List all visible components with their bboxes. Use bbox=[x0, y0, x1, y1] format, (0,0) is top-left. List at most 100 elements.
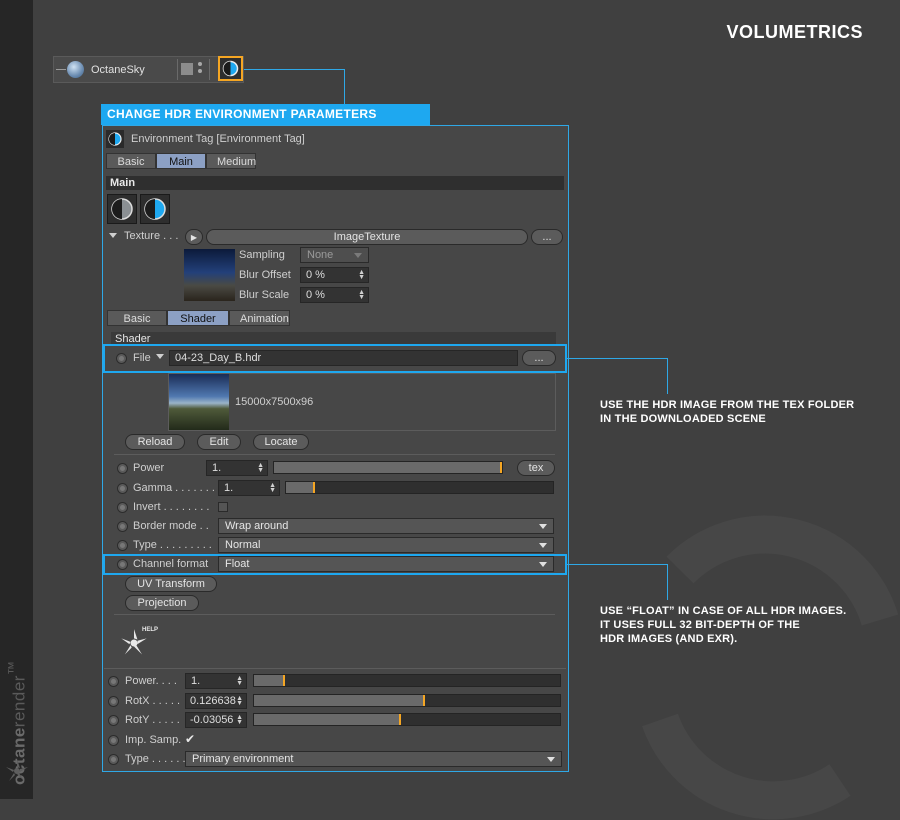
channel-format-dropdown[interactable]: Float bbox=[218, 556, 554, 572]
env-type-label: Type . . . . . . bbox=[125, 753, 186, 765]
brand-trademark: ™ bbox=[6, 660, 22, 676]
texture-label: Texture . . . bbox=[124, 230, 179, 242]
type-dropdown[interactable]: Normal bbox=[218, 537, 554, 553]
imp-samp-radio[interactable] bbox=[108, 735, 119, 746]
blur-scale-field[interactable]: 0 % ▲ ▼ bbox=[300, 287, 369, 303]
invert-radio[interactable] bbox=[117, 502, 128, 513]
layer-icon[interactable] bbox=[181, 63, 193, 75]
blur-offset-label: Blur Offset bbox=[239, 269, 291, 281]
spinner-icon[interactable]: ▲ ▼ bbox=[236, 695, 243, 707]
spinner-icon[interactable]: ▲ ▼ bbox=[358, 289, 365, 301]
slider-handle[interactable] bbox=[500, 462, 502, 473]
slider-handle[interactable] bbox=[313, 482, 316, 493]
gamma-value: 1. bbox=[224, 482, 234, 494]
callout-connector bbox=[567, 564, 668, 565]
texture-value-button[interactable]: ImageTexture bbox=[206, 229, 528, 245]
tag-mode-icon[interactable] bbox=[107, 194, 137, 224]
tab-medium[interactable]: Medium bbox=[206, 153, 256, 169]
env-type-dropdown[interactable]: Primary environment bbox=[185, 751, 562, 767]
tag-mode-active-icon[interactable] bbox=[140, 194, 170, 224]
env-power-radio[interactable] bbox=[108, 676, 119, 687]
chevron-down-icon bbox=[539, 562, 547, 567]
gamma-radio[interactable] bbox=[117, 483, 128, 494]
divider bbox=[114, 454, 555, 455]
object-name[interactable]: OctaneSky bbox=[91, 64, 145, 76]
tab-basic[interactable]: Basic bbox=[106, 153, 156, 169]
sampling-dropdown[interactable]: None bbox=[300, 247, 369, 263]
channel-format-value: Float bbox=[225, 558, 250, 570]
visibility-dots-icon[interactable] bbox=[198, 62, 202, 76]
locate-button[interactable]: Locate bbox=[253, 434, 309, 450]
callout-connector bbox=[344, 69, 345, 105]
texture-play-button[interactable]: ▶ bbox=[185, 229, 203, 245]
rotx-value: 0.126638 bbox=[190, 695, 236, 707]
gamma-field[interactable]: 1. ▲ ▼ bbox=[218, 480, 280, 496]
tab-shader[interactable]: Shader bbox=[167, 310, 229, 326]
channel-format-label: Channel format bbox=[133, 558, 209, 570]
border-mode-label: Border mode . . bbox=[133, 520, 209, 532]
spinner-icon[interactable]: ▲ ▼ bbox=[257, 462, 264, 474]
power-radio[interactable] bbox=[117, 463, 128, 474]
tab-main[interactable]: Main bbox=[156, 153, 206, 169]
edit-button[interactable]: Edit bbox=[197, 434, 241, 450]
shader-tabs: Basic Shader Animation bbox=[107, 310, 290, 326]
slider-handle[interactable] bbox=[282, 675, 285, 686]
collapse-arrow-icon[interactable] bbox=[109, 233, 117, 238]
sampling-value: None bbox=[307, 249, 334, 261]
env-power-value: 1. bbox=[191, 675, 201, 687]
roty-slider[interactable] bbox=[253, 713, 561, 726]
type-label: Type . . . . . . . . . bbox=[133, 539, 212, 551]
border-mode-radio[interactable] bbox=[117, 521, 128, 532]
roty-value: -0.03056 bbox=[190, 714, 234, 726]
brand-name-light: render bbox=[9, 675, 29, 728]
background-watermark-icon bbox=[642, 515, 899, 820]
reload-button[interactable]: Reload bbox=[125, 434, 185, 450]
texture-more-button[interactable]: ... bbox=[531, 229, 563, 245]
env-type-value: Primary environment bbox=[192, 753, 294, 765]
rotx-radio[interactable] bbox=[108, 696, 119, 707]
environment-tag-icon bbox=[106, 130, 124, 148]
tex-button[interactable]: tex bbox=[517, 460, 555, 476]
rotx-field[interactable]: 0.126638 ▲ ▼ bbox=[185, 693, 247, 709]
blur-offset-field[interactable]: 0 % ▲ ▼ bbox=[300, 267, 369, 283]
file-menu-arrow-icon[interactable] bbox=[156, 354, 164, 359]
slider-handle[interactable] bbox=[398, 714, 401, 725]
environment-tag-icon[interactable] bbox=[218, 56, 243, 81]
tab-animation[interactable]: Animation bbox=[229, 310, 290, 326]
channel-format-radio[interactable] bbox=[117, 559, 128, 570]
invert-checkbox[interactable] bbox=[218, 502, 228, 512]
gamma-slider[interactable] bbox=[285, 481, 554, 494]
type-value: Normal bbox=[225, 539, 261, 551]
projection-button[interactable]: Projection bbox=[125, 595, 199, 611]
hdr-preview-image bbox=[169, 374, 229, 430]
file-path-field[interactable]: 04-23_Day_B.hdr bbox=[169, 350, 518, 366]
power-slider[interactable] bbox=[273, 461, 503, 474]
tab-basic[interactable]: Basic bbox=[107, 310, 167, 326]
texture-preview-image bbox=[184, 249, 235, 301]
imp-samp-checkbox[interactable]: ✔ bbox=[185, 732, 195, 746]
power-field[interactable]: 1. ▲ ▼ bbox=[206, 460, 268, 476]
chevron-down-icon bbox=[539, 524, 547, 529]
uv-transform-button[interactable]: UV Transform bbox=[125, 576, 217, 592]
slider-fill bbox=[254, 695, 426, 706]
spinner-icon[interactable]: ▲ ▼ bbox=[236, 675, 243, 687]
gamma-label: Gamma . . . . . . . bbox=[133, 482, 215, 494]
object-row[interactable]: OctaneSky bbox=[53, 56, 244, 83]
roty-radio[interactable] bbox=[108, 715, 119, 726]
blur-scale-value: 0 % bbox=[306, 289, 325, 301]
spinner-icon[interactable]: ▲ ▼ bbox=[236, 714, 243, 726]
type-radio[interactable] bbox=[117, 540, 128, 551]
slider-handle[interactable] bbox=[423, 695, 426, 706]
env-power-slider[interactable] bbox=[253, 674, 561, 687]
file-browse-button[interactable]: ... bbox=[522, 350, 556, 366]
tree-line bbox=[56, 69, 66, 70]
spinner-icon[interactable]: ▲ ▼ bbox=[269, 482, 276, 494]
roty-field[interactable]: -0.03056 ▲ ▼ bbox=[185, 712, 247, 728]
env-power-field[interactable]: 1. ▲ ▼ bbox=[185, 673, 247, 689]
rotx-slider[interactable] bbox=[253, 694, 561, 707]
spinner-icon[interactable]: ▲ ▼ bbox=[358, 269, 365, 281]
callout-connector bbox=[567, 358, 667, 359]
border-mode-dropdown[interactable]: Wrap around bbox=[218, 518, 554, 534]
file-animate-radio[interactable] bbox=[116, 353, 127, 364]
env-type-radio[interactable] bbox=[108, 754, 119, 765]
